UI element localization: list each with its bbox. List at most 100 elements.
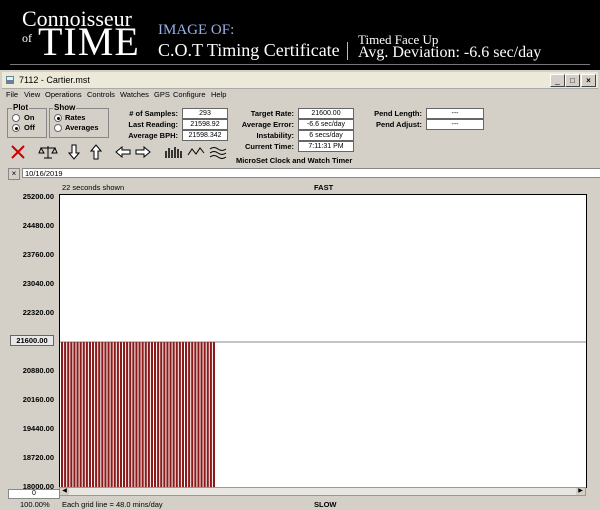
app-icon [6,76,14,84]
rate-bar [144,342,147,487]
rate-bar [172,342,175,487]
fast-label: FAST [314,183,334,192]
avg-bph-value: 21598.342 [182,130,228,141]
avg-bph-label: Average BPH: [128,131,178,140]
scroll-left-icon[interactable]: ◀ [60,488,69,495]
rate-bar [141,342,144,487]
rate-bar [163,342,166,487]
rate-bar [194,342,197,487]
scroll-right-icon[interactable]: ▶ [576,488,585,495]
delete-icon[interactable] [8,142,28,162]
rate-bar [175,342,178,487]
bar-graph-icon[interactable] [164,142,184,162]
wave-graph-icon[interactable] [208,142,228,162]
menu-watches[interactable]: Watches [120,90,149,99]
menu-file[interactable]: File [6,90,18,99]
y-axis-panel: 25200.00 24480.00 23760.00 23040.00 2232… [8,188,58,504]
rate-bar [191,342,194,487]
arrow-left-icon[interactable] [114,142,132,162]
arrow-down-icon[interactable] [66,142,82,162]
rate-bar [135,342,138,487]
arrow-right-icon[interactable] [134,142,152,162]
rate-plot [59,194,587,488]
certificate-title: C.O.T Timing Certificate [158,40,340,60]
brand-of: of [22,31,32,45]
rate-bar [107,342,110,487]
target-rate-value: 21600.00 [298,108,354,119]
y-tick: 20880.00 [22,366,54,375]
rate-bar [88,342,91,487]
samples-value: 293 [182,108,228,119]
show-rates-radio[interactable] [54,114,62,122]
rate-bar [79,342,82,487]
rate-bar [169,342,172,487]
show-averages-radio[interactable] [54,124,62,132]
menu-gps[interactable]: GPS [154,90,170,99]
current-time-value: 7:11:31 PM [298,141,354,152]
menu-configure[interactable]: Configure [173,90,206,99]
rate-bar [101,342,104,487]
plot-off-label: Off [24,123,35,132]
rate-bar [181,342,184,487]
rate-bar [166,342,169,487]
plot-on-radio[interactable] [12,114,20,122]
menu-view[interactable]: View [24,90,40,99]
rate-bar [67,342,70,487]
rate-bar [147,342,150,487]
avg-error-value: -6.6 sec/day [298,119,354,130]
rate-bar [95,342,98,487]
plot-group-label: Plot [12,103,30,112]
pend-adjust-value: --- [426,119,484,130]
y-tick: 20160.00 [22,395,54,404]
rate-bar [98,342,101,487]
rate-bar [154,342,157,487]
y-tick: 18720.00 [22,453,54,462]
rate-bar [70,342,73,487]
rate-bar [76,342,79,487]
rate-bar [212,342,215,487]
rate-bar [123,342,126,487]
slow-label: SLOW [314,500,337,509]
y-tick: 24480.00 [22,221,54,230]
rate-bar [73,342,76,487]
rate-bar [113,342,116,487]
menu-help[interactable]: Help [211,90,226,99]
avg-error-label: Average Error: [241,120,294,129]
rate-bar [188,342,191,487]
menu-operations[interactable]: Operations [45,90,82,99]
line-graph-icon[interactable] [186,142,206,162]
minimize-button[interactable]: _ [550,74,565,87]
maximize-button[interactable]: □ [565,74,580,87]
balance-scale-icon[interactable] [36,142,60,162]
banner-divider [347,42,348,60]
date-clear-button[interactable]: × [8,168,20,180]
zoom-level: 100.00% [20,500,50,509]
image-of-label: IMAGE OF: [158,22,235,38]
certificate-banner: Connoisseur of TIME IMAGE OF: C.O.T Timi… [0,0,600,68]
target-rate-tick: 21600.00 [10,335,54,346]
last-reading-value: 21598.92 [182,119,228,130]
horizontal-scrollbar[interactable]: ◀ ▶ [59,487,586,496]
y-tick: 23040.00 [22,279,54,288]
rate-bar [200,342,203,487]
rate-bar [160,342,163,487]
app-window: 7112 - Cartier.mst _ □ × File View Opera… [0,70,600,510]
rate-bar [197,342,200,487]
rate-bar [116,342,119,487]
rate-bar [85,342,88,487]
instability-label: Instability: [256,131,294,140]
date-field[interactable]: 10/16/2019 [22,168,600,178]
grid-note: Each grid line = 48.0 mins/day [62,500,163,509]
rate-bar [129,342,132,487]
plot-off-radio[interactable] [12,124,20,132]
y-tick: 25200.00 [22,192,54,201]
title-bar[interactable]: 7112 - Cartier.mst _ □ × [2,72,598,89]
pend-length-label: Pend Length: [374,109,422,118]
arrow-up-icon[interactable] [88,142,104,162]
zoom-input[interactable]: 0 [8,489,60,499]
timer-brand-label: MicroSet Clock and Watch Timer [236,156,353,165]
menu-controls[interactable]: Controls [87,90,115,99]
banner-rule [10,64,590,65]
close-button[interactable]: × [581,74,596,87]
y-tick: 22320.00 [22,308,54,317]
